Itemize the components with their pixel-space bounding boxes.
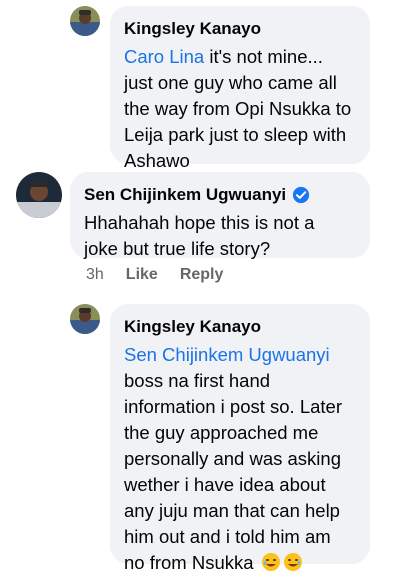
avatar[interactable] <box>16 172 62 218</box>
comment-author[interactable]: Sen Chijinkem Ugwuanyi <box>84 184 356 206</box>
like-button[interactable]: Like <box>126 266 158 284</box>
mention-link[interactable]: Sen Chijinkem Ugwuanyi <box>124 344 330 365</box>
rolling-on-floor-laughing-icon <box>261 553 280 571</box>
mention-link[interactable]: Caro Lina <box>124 46 204 67</box>
comment-timestamp[interactable]: 3h <box>86 266 104 284</box>
comment-bubble: Kingsley Kanayo Caro Lina it's not mine.… <box>110 6 370 171</box>
comment-author[interactable]: Kingsley Kanayo <box>124 316 356 338</box>
comment-text: Sen Chijinkem Ugwuanyi boss na first han… <box>124 344 342 573</box>
reply-button[interactable]: Reply <box>180 266 224 284</box>
comment-bubble: Kingsley Kanayo Sen Chijinkem Ugwuanyi b… <box>110 304 370 573</box>
avatar[interactable] <box>70 6 100 36</box>
comment-text: Hhahahah hope this is not a joke but tru… <box>84 212 315 259</box>
comment-text: Caro Lina it's not mine... just one guy … <box>124 46 352 171</box>
comment-author[interactable]: Kingsley Kanayo <box>124 18 356 40</box>
verified-badge-icon <box>293 186 310 204</box>
comment-bubble: Sen Chijinkem Ugwuanyi Hhahahah hope thi… <box>70 172 370 259</box>
avatar[interactable] <box>70 304 100 334</box>
comment-actions: 3h Like Reply <box>86 266 223 284</box>
rolling-on-floor-laughing-icon <box>283 553 302 571</box>
